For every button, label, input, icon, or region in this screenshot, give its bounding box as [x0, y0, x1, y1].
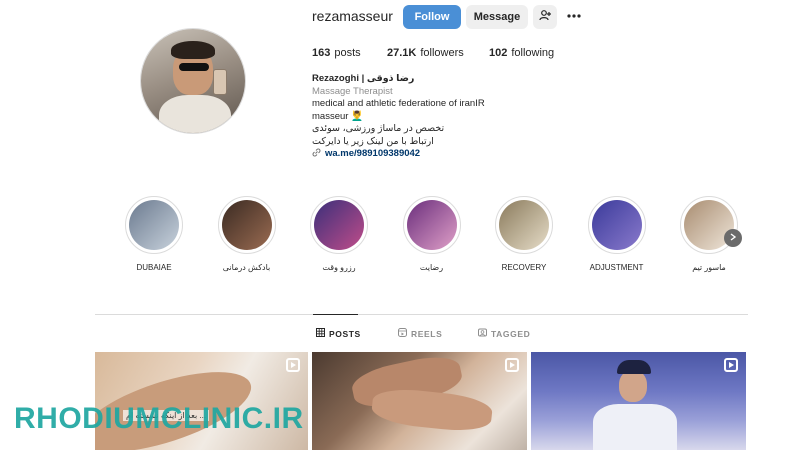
highlight-label: ADJUSTMENT	[589, 263, 644, 272]
followers-count[interactable]: 27.1K followers	[387, 47, 464, 59]
bio-line-3: تخصص در ماساژ ورزشی، سوئدی	[312, 123, 445, 134]
followers-count-value: 27.1K	[387, 47, 417, 59]
follow-button[interactable]: Follow	[403, 5, 461, 29]
reel-icon	[724, 358, 738, 372]
bio-link[interactable]: wa.me/989109389042	[312, 148, 572, 161]
followers-count-label: followers	[420, 47, 464, 59]
reel-icon	[505, 358, 519, 372]
bio-line-2: masseur 💆‍♂️	[312, 110, 363, 122]
profile-username: rezamasseur	[312, 8, 393, 24]
profile-avatar[interactable]	[140, 28, 246, 134]
highlight-item[interactable]: RECOVERY	[488, 196, 560, 272]
dubai-highlight	[129, 200, 179, 250]
following-count[interactable]: 102 following	[489, 47, 554, 59]
highlight-ring	[587, 196, 646, 254]
link-icon	[312, 148, 321, 161]
profile-category: Massage Therapist	[312, 85, 393, 97]
highlight-item[interactable]: DUBAIAE	[118, 196, 190, 272]
site-watermark: RHODIUMCLINIC.IR	[14, 402, 304, 435]
posts-count-value: 163	[312, 47, 331, 59]
highlight-item[interactable]: رضایت	[396, 196, 468, 272]
highlight-item[interactable]: بادکش درمانی	[211, 196, 283, 272]
highlight-ring	[125, 196, 183, 254]
post-tile[interactable]	[531, 352, 746, 450]
highlights-next-button[interactable]	[724, 229, 742, 247]
highlight-label: DUBAIAE	[136, 263, 172, 272]
highlight-item[interactable]: ADJUSTMENT	[581, 196, 653, 272]
grid-icon	[316, 328, 325, 339]
booking-highlight	[314, 200, 364, 250]
suggest-user-button[interactable]	[533, 5, 557, 29]
tab-tagged[interactable]: TAGGED	[478, 328, 530, 339]
highlight-ring	[402, 196, 461, 254]
following-count-value: 102	[489, 47, 508, 59]
highlight-label: بادکش درمانی	[222, 263, 271, 272]
posts-count-label: posts	[334, 47, 361, 59]
tab-posts[interactable]: POSTS	[316, 328, 361, 339]
profile-full-name: Rezazoghi | رضا ذوقی	[312, 73, 415, 84]
satisfaction-highlight	[406, 200, 457, 250]
chevron-right-icon	[730, 232, 737, 244]
post-tile[interactable]	[312, 352, 527, 450]
reel-icon	[286, 358, 300, 372]
more-options-icon[interactable]	[564, 5, 584, 27]
highlight-item[interactable]: رزرو وقت	[303, 196, 375, 272]
tabs-divider	[95, 314, 748, 315]
highlight-label: ماسور تیم	[692, 263, 726, 272]
tab-posts-label: POSTS	[329, 328, 361, 339]
bio-line-4: ارتباط با من لینک زیر یا دایرکت	[312, 135, 434, 147]
avatar-image	[141, 29, 245, 133]
highlight-ring	[310, 196, 368, 254]
bio-link-text[interactable]: wa.me/989109389042	[325, 148, 420, 161]
add-person-icon	[539, 10, 551, 24]
highlight-ring	[495, 196, 553, 254]
highlight-label: رضایت	[419, 263, 444, 272]
tab-reels[interactable]: REELS	[398, 328, 442, 339]
tab-reels-label: REELS	[411, 328, 443, 339]
recovery-highlight	[499, 200, 549, 250]
reels-icon	[398, 328, 407, 339]
tagged-icon	[478, 328, 487, 339]
highlight-label: رزرو وقت	[322, 263, 356, 272]
highlight-label: RECOVERY	[501, 263, 547, 272]
profile-bio: Rezazoghi | رضا ذوقی Massage Therapist m…	[312, 73, 572, 161]
active-tab-indicator	[313, 314, 358, 315]
bio-line-1: medical and athletic federatione of iran…	[312, 98, 485, 109]
following-count-label: following	[511, 47, 555, 59]
cupping-highlight	[221, 200, 272, 250]
posts-count: 163 posts	[312, 47, 361, 59]
highlight-ring	[217, 196, 276, 254]
adjustment-highlight	[591, 200, 642, 250]
tab-tagged-label: TAGGED	[491, 328, 531, 339]
message-button[interactable]: Message	[466, 5, 528, 29]
story-highlights: DUBAIAE بادکش درمانی رزرو وقت رضایت RECOVERY…	[118, 196, 758, 286]
